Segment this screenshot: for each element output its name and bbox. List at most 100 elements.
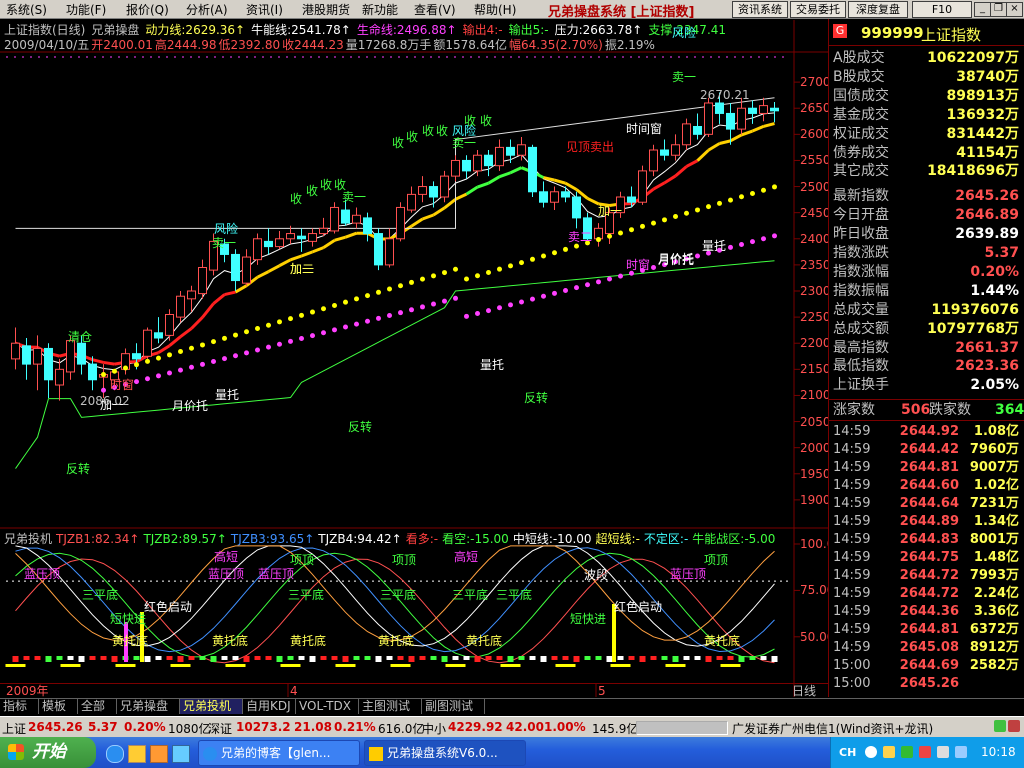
y-tick-label: 2300	[800, 284, 831, 298]
tab-5[interactable]: 自用KDJ	[243, 699, 296, 714]
ind-yellow-band	[280, 664, 301, 667]
tray-icon-2[interactable]	[883, 746, 895, 758]
taskbar-item-trading-app[interactable]: 兄弟操盘系统V6.0...	[364, 740, 526, 766]
tick-time: 14:59	[833, 496, 871, 511]
zx-amount: 145.9亿	[592, 722, 639, 736]
quote-row-value: 41154万	[956, 144, 1019, 161]
ind-bar	[463, 656, 470, 660]
tray-icon-5[interactable]	[937, 746, 949, 758]
quote-row-label: 昨日收盘	[833, 226, 889, 243]
tab-4[interactable]: 兄弟投机	[180, 699, 243, 714]
ind-bar	[342, 656, 349, 662]
quote-row: 指数涨跌 5.37	[831, 244, 1021, 262]
clock[interactable]: 10:18	[981, 745, 1016, 759]
magenta-support-dot	[519, 299, 524, 305]
desktop-quicklaunch-icon[interactable]	[128, 745, 146, 763]
quote-row: 指数涨幅 0.20%	[831, 263, 1021, 281]
quote-row: 最低指数 2623.36	[831, 357, 1021, 375]
tray-icon-4[interactable]	[919, 746, 931, 758]
candle	[286, 233, 295, 240]
magenta-support-dot	[475, 310, 480, 316]
restore-icon[interactable]: ❐	[990, 2, 1007, 17]
candle	[297, 235, 306, 240]
tick-row: 14:59 2645.08 8912万	[831, 639, 1021, 657]
ind-yellow-band	[610, 664, 631, 667]
ie-quicklaunch-icon[interactable]	[106, 745, 124, 763]
alert-icon[interactable]	[1008, 720, 1020, 732]
ind-bar	[584, 656, 591, 660]
folder-quicklaunch-icon[interactable]	[172, 745, 190, 763]
quote-row: B股成交 38740万	[831, 68, 1021, 86]
yellow-support-dot	[508, 263, 513, 269]
tray-icon-3[interactable]	[901, 746, 913, 758]
tick-row: 14:59 2644.81 6372万	[831, 621, 1021, 639]
ind-bar	[672, 656, 679, 662]
tick-row: 14:59 2644.83 8001万	[831, 531, 1021, 549]
down-count: 364	[995, 402, 1024, 418]
period-label[interactable]: 日线	[792, 684, 816, 698]
quote-row-label: 最新指数	[833, 188, 889, 205]
tab-6[interactable]: VOL-TDX	[296, 699, 359, 714]
magenta-support-dot	[420, 304, 425, 310]
tab-1[interactable]: 模板	[39, 699, 78, 714]
x-tick-year: 2009年	[6, 684, 49, 698]
power-line-segment	[763, 122, 775, 128]
tray-icon-6[interactable]	[955, 746, 967, 758]
magenta-support-dot	[497, 305, 502, 311]
media-quicklaunch-icon[interactable]	[150, 745, 168, 763]
power-line-segment	[652, 181, 666, 191]
ind-bar	[34, 656, 41, 660]
candle	[319, 227, 328, 235]
candle	[363, 217, 372, 235]
yellow-support-dot	[541, 253, 546, 259]
tab-0[interactable]: 指标	[0, 699, 39, 714]
taskbar-item-blog[interactable]: 兄弟的博客【glen...	[198, 740, 360, 766]
yellow-support-dot	[618, 230, 623, 236]
quote-row-label: 债券成交	[833, 144, 889, 161]
candle	[539, 191, 548, 203]
start-button[interactable]: 开始	[0, 737, 96, 768]
quote-row-value: 1.44%	[970, 282, 1019, 299]
candle	[143, 329, 152, 357]
indicator-signal-label: 黄托底	[378, 634, 415, 648]
quote-row-label: 今日开盘	[833, 207, 889, 224]
candle	[495, 146, 504, 167]
tray-icon-1[interactable]	[865, 746, 877, 758]
tab-8[interactable]: 副图测试	[422, 699, 485, 714]
tab-7[interactable]: 主图测试	[359, 699, 422, 714]
magenta-support-dot	[563, 287, 568, 293]
deep-review-button[interactable]: 深度复盘	[848, 1, 908, 18]
tick-volume: 1.02亿	[973, 478, 1019, 493]
candle	[231, 253, 240, 282]
ind-bar	[485, 656, 492, 660]
language-indicator[interactable]: CH	[839, 746, 856, 759]
tab-2[interactable]: 全部	[78, 699, 117, 714]
candle	[66, 340, 75, 373]
ind-bar	[496, 656, 503, 660]
candle	[242, 256, 251, 284]
f10-button[interactable]: F10	[912, 1, 972, 18]
yellow-support-dot	[772, 184, 777, 190]
power-line-segment	[224, 290, 236, 297]
tab-3[interactable]: 兄弟操盘	[117, 699, 180, 714]
tick-price: 2644.60	[899, 478, 959, 493]
ind-bar	[331, 656, 338, 660]
minimize-icon[interactable]: _	[974, 2, 991, 17]
quote-row-value: 2.05%	[970, 377, 1019, 394]
candle	[341, 209, 350, 224]
close-icon[interactable]: ×	[1006, 2, 1023, 17]
header-field: 看空:-15.00	[442, 532, 509, 546]
connection-icon[interactable]	[994, 720, 1006, 732]
quote-row-value: 2623.36	[955, 358, 1019, 375]
ind-bar	[430, 656, 437, 660]
candle	[44, 347, 53, 381]
candle	[517, 144, 526, 156]
y-tick-label: 2050	[800, 414, 831, 429]
tick-volume: 2582万	[969, 658, 1019, 673]
magenta-support-dot	[431, 301, 436, 307]
power-line-segment	[586, 197, 600, 206]
magenta-support-dot	[244, 350, 249, 356]
ind-bar	[562, 656, 569, 660]
power-line-segment	[179, 327, 193, 338]
taskbar-item-app-label: 兄弟操盘系统V6.0...	[387, 746, 498, 760]
